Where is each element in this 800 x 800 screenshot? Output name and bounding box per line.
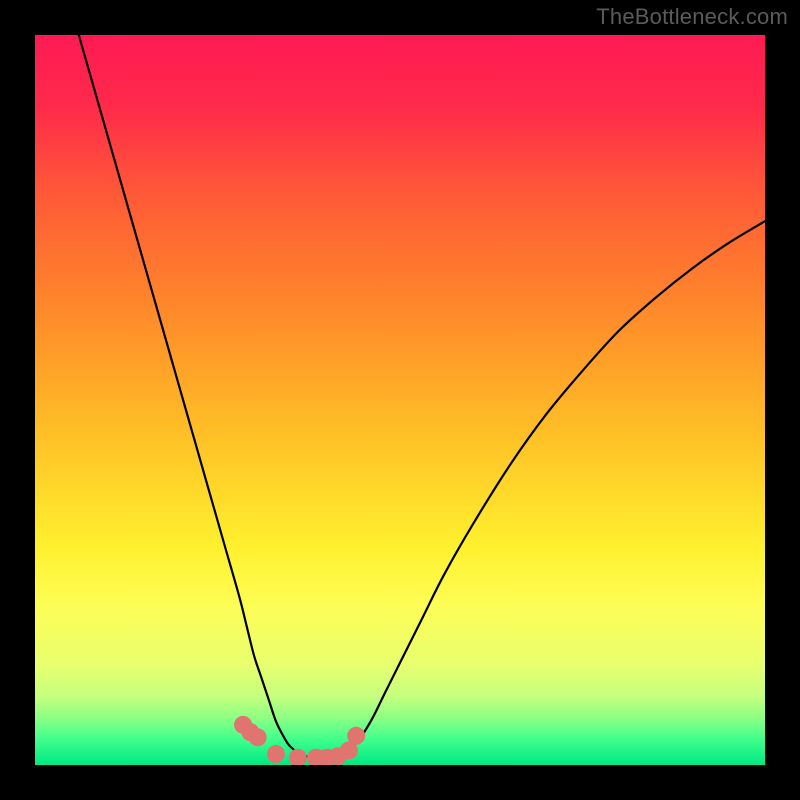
highlight-markers bbox=[234, 716, 365, 765]
marker-point bbox=[289, 749, 307, 765]
marker-point bbox=[267, 745, 285, 763]
right-curve bbox=[327, 221, 765, 758]
watermark-text: TheBottleneck.com bbox=[596, 4, 788, 30]
curves-layer bbox=[35, 35, 765, 765]
marker-point bbox=[249, 728, 267, 746]
left-curve bbox=[79, 35, 327, 758]
chart-frame: TheBottleneck.com bbox=[0, 0, 800, 800]
plot-area bbox=[35, 35, 765, 765]
marker-point bbox=[347, 727, 365, 745]
